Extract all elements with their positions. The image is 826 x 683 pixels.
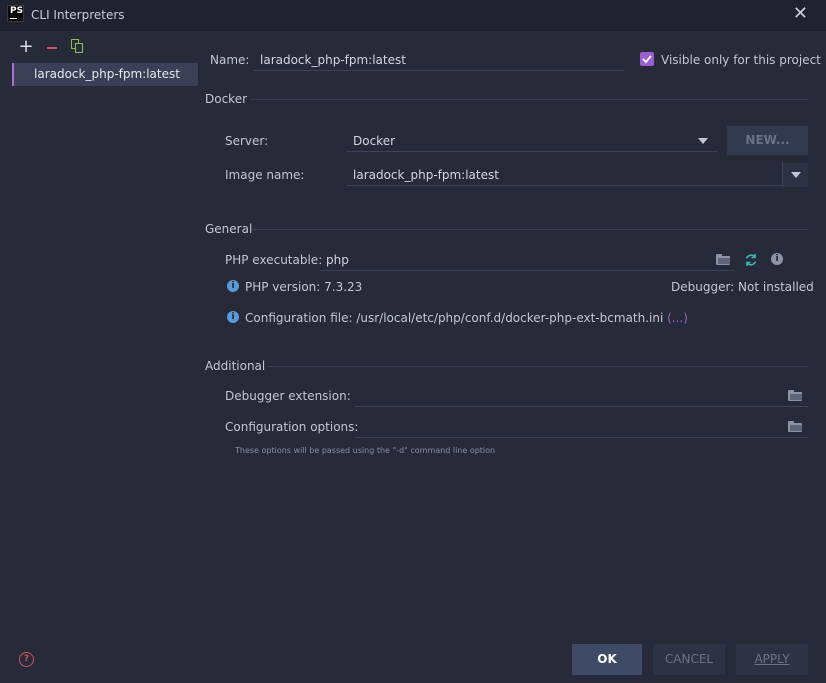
docker-divider [250, 99, 808, 100]
new-server-button[interactable]: NEW... [727, 126, 808, 155]
configuration-options-input[interactable] [355, 416, 808, 438]
name-label: Name: [210, 53, 250, 67]
configuration-options-label: Configuration options: [225, 420, 359, 434]
chevron-down-icon [791, 172, 801, 178]
close-icon[interactable]: ✕ [793, 4, 808, 24]
folder-icon[interactable] [788, 421, 802, 432]
visible-only-label[interactable]: Visible only for this project [661, 53, 821, 67]
server-label: Server: [225, 134, 269, 148]
additional-divider [267, 366, 808, 367]
image-name-label: Image name: [225, 168, 305, 182]
debugger-status-text: Debugger: Not installed [671, 280, 814, 294]
debugger-extension-label: Debugger extension: [225, 389, 351, 403]
info-icon: i [227, 280, 239, 292]
folder-icon[interactable] [788, 390, 802, 401]
php-executable-input[interactable]: php [320, 249, 734, 271]
php-executable-label: PHP executable: [225, 253, 323, 267]
docker-section-title: Docker [205, 92, 248, 106]
info-icon: i [227, 311, 239, 323]
general-divider [252, 229, 808, 230]
refresh-icon[interactable] [744, 253, 758, 267]
plus-icon[interactable]: + [18, 38, 34, 56]
cancel-button[interactable]: CANCEL [653, 644, 725, 675]
configuration-options-hint: These options will be passed using the "… [235, 446, 496, 455]
name-input[interactable]: laradock_php-fpm:latest [254, 49, 624, 71]
server-dropdown[interactable]: Docker [347, 130, 717, 152]
info-icon[interactable]: i [771, 253, 783, 265]
help-icon[interactable]: ? [19, 652, 34, 667]
image-name-dropdown-button[interactable] [782, 163, 808, 187]
copy-icon[interactable] [70, 39, 86, 55]
minus-icon[interactable] [44, 39, 60, 55]
configuration-file-more-link[interactable]: (...) [667, 311, 688, 325]
interpreter-list-item[interactable]: laradock_php-fpm:latest [12, 63, 198, 86]
window-title: CLI Interpreters [31, 8, 125, 22]
debugger-extension-input[interactable] [355, 385, 808, 407]
interpreter-list-panel: + laradock_php-fpm:latest [0, 31, 200, 631]
configuration-file-text: Configuration file: /usr/local/etc/php/c… [245, 311, 688, 325]
title-bar: PS CLI Interpreters ✕ [0, 0, 826, 31]
configuration-file-path: Configuration file: /usr/local/etc/php/c… [245, 311, 664, 325]
general-section-title: General [205, 222, 253, 236]
folder-icon[interactable] [716, 254, 730, 265]
phpstorm-logo-icon: PS [7, 5, 24, 22]
additional-section-title: Additional [205, 359, 266, 373]
chevron-down-icon[interactable] [698, 138, 708, 144]
apply-button[interactable]: APPLY [736, 644, 808, 675]
visible-only-checkbox[interactable] [640, 52, 654, 66]
ok-button[interactable]: OK [572, 644, 642, 675]
php-version-text: PHP version: 7.3.23 [245, 280, 363, 294]
image-name-input[interactable]: laradock_php-fpm:latest [347, 164, 782, 186]
